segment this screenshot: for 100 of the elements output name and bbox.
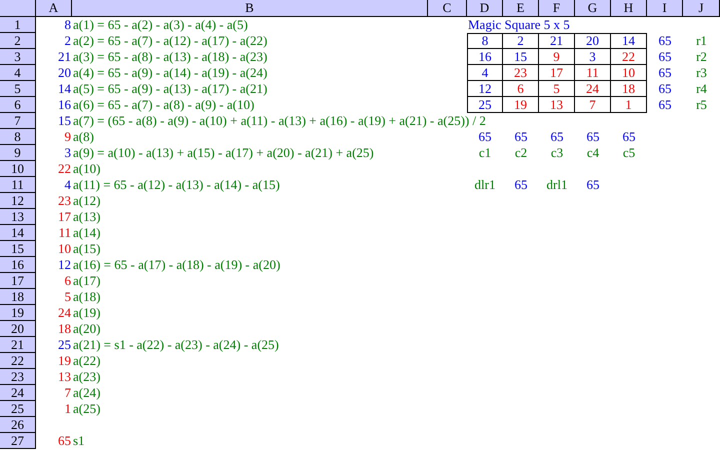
column-header[interactable]: F: [539, 0, 575, 17]
table-cell: 10: [611, 65, 647, 81]
table-cell-text: 3: [64, 145, 72, 161]
table-cell-text: c5: [622, 145, 636, 161]
table-cell-text: c2: [514, 145, 528, 161]
table-cell: Magic Square 5 x 5: [467, 17, 570, 33]
table-cell-text: 20: [57, 65, 72, 81]
row-header[interactable]: 16: [0, 257, 36, 273]
table-cell: 11: [575, 65, 611, 81]
table-cell: a(25): [72, 401, 100, 417]
table-cell: 6: [503, 81, 539, 97]
table-cell-text: 12: [57, 257, 72, 273]
table-cell: 24: [575, 81, 611, 97]
table-cell-text: 65: [550, 129, 564, 145]
table-cell-text: 65: [586, 129, 600, 145]
row-header[interactable]: 26: [0, 417, 36, 433]
column-header[interactable]: C: [428, 0, 467, 17]
table-cell-text: 65: [586, 177, 600, 193]
row-header[interactable]: 5: [0, 81, 36, 97]
table-cell: s1: [72, 433, 85, 449]
table-cell: a(4) = 65 - a(9) - a(14) - a(19) - a(24): [72, 65, 268, 81]
table-cell-text: 65: [622, 129, 636, 145]
row-header[interactable]: 8: [0, 129, 36, 145]
table-cell-text: 65: [57, 433, 72, 449]
row-header[interactable]: 22: [0, 353, 36, 369]
table-cell-text: 24: [57, 305, 72, 321]
column-header[interactable]: H: [611, 0, 647, 17]
table-cell: a(1) = 65 - a(2) - a(3) - a(4) - a(5): [72, 17, 248, 33]
table-cell-text: r3: [695, 65, 708, 81]
column-header[interactable]: E: [503, 0, 539, 17]
table-cell-text: 65: [514, 177, 528, 193]
row-header[interactable]: 9: [0, 145, 36, 161]
row-header[interactable]: 23: [0, 369, 36, 385]
column-header[interactable]: J: [683, 0, 720, 17]
table-cell-text: 1: [64, 401, 72, 417]
table-cell: 20: [575, 33, 611, 49]
table-cell-text: 65: [658, 65, 672, 81]
table-cell: a(17): [72, 273, 100, 289]
table-cell: a(2) = 65 - a(7) - a(12) - a(17) - a(22): [72, 33, 268, 49]
table-cell: a(10): [72, 161, 100, 177]
table-cell-text: r5: [695, 97, 708, 113]
table-cell-text: c1: [478, 145, 492, 161]
table-cell-text: 21: [57, 49, 72, 65]
table-cell-text: r4: [695, 81, 708, 97]
column-header[interactable]: D: [467, 0, 503, 17]
row-header[interactable]: 1: [0, 17, 36, 33]
column-header[interactable]: I: [647, 0, 683, 17]
table-cell: a(11) = 65 - a(12) - a(13) - a(14) - a(15): [72, 177, 280, 193]
table-cell-text: 23: [57, 193, 72, 209]
row-header[interactable]: 17: [0, 273, 36, 289]
row-header[interactable]: 20: [0, 321, 36, 337]
table-cell-text: r1: [695, 33, 708, 49]
row-header[interactable]: 7: [0, 113, 36, 129]
table-cell-text: c3: [550, 145, 564, 161]
table-cell-text: 8: [64, 17, 72, 33]
table-cell: a(18): [72, 289, 100, 305]
table-cell-text: 9: [64, 129, 72, 145]
table-cell: 23: [503, 65, 539, 81]
row-header[interactable]: 24: [0, 385, 36, 401]
row-header[interactable]: 18: [0, 289, 36, 305]
column-header[interactable]: B: [72, 0, 428, 17]
table-cell-text: 65: [478, 129, 492, 145]
row-header[interactable]: 4: [0, 65, 36, 81]
table-cell-text: 7: [64, 385, 72, 401]
row-header[interactable]: 14: [0, 225, 36, 241]
row-header[interactable]: 6: [0, 97, 36, 113]
row-header[interactable]: 3: [0, 49, 36, 65]
column-header[interactable]: G: [575, 0, 611, 17]
row-header[interactable]: 19: [0, 305, 36, 321]
row-header[interactable]: 13: [0, 209, 36, 225]
table-cell: a(23): [72, 369, 100, 385]
row-header[interactable]: 21: [0, 337, 36, 353]
table-cell-text: c4: [586, 145, 600, 161]
table-cell: 8: [467, 33, 503, 49]
table-cell-text: dlr1: [474, 177, 496, 193]
row-header[interactable]: 25: [0, 401, 36, 417]
table-cell-text: 25: [57, 337, 72, 353]
table-cell: 4: [467, 65, 503, 81]
table-cell: 2: [503, 33, 539, 49]
row-header[interactable]: 2: [0, 33, 36, 49]
row-header[interactable]: 12: [0, 193, 36, 209]
table-cell: a(14): [72, 225, 100, 241]
table-cell: a(19): [72, 305, 100, 321]
table-cell: 14: [611, 33, 647, 49]
row-header[interactable]: 15: [0, 241, 36, 257]
table-cell: a(6) = 65 - a(7) - a(8) - a(9) - a(10): [72, 97, 254, 113]
row-header[interactable]: 11: [0, 177, 36, 193]
table-cell-text: 4: [64, 177, 72, 193]
select-all-corner[interactable]: [0, 0, 36, 17]
table-cell-text: 2: [64, 33, 72, 49]
table-cell-text: 16: [57, 97, 72, 113]
table-cell: 13: [539, 97, 575, 113]
table-cell-text: r2: [695, 49, 708, 65]
table-cell: a(12): [72, 193, 100, 209]
row-header[interactable]: 27: [0, 433, 36, 449]
row-header[interactable]: 10: [0, 161, 36, 177]
table-cell-text: 13: [57, 369, 72, 385]
table-cell-text: 10: [57, 241, 72, 257]
column-header[interactable]: A: [36, 0, 72, 17]
table-cell: a(5) = 65 - a(9) - a(13) - a(17) - a(21): [72, 81, 268, 97]
